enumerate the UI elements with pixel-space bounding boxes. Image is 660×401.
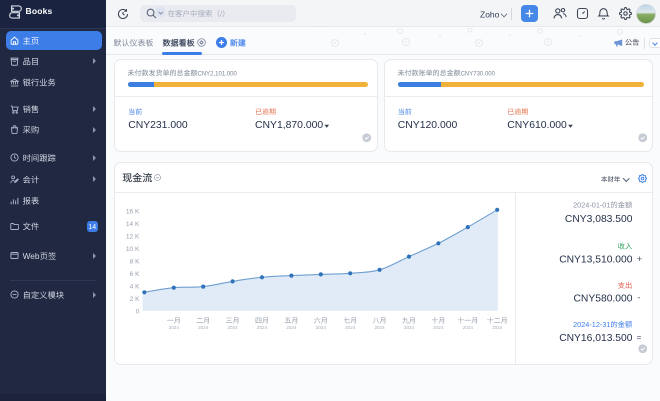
- svg-text:2024: 2024: [257, 325, 268, 330]
- svg-text:CNY580.000: CNY580.000: [574, 294, 633, 305]
- svg-text:Web: Web: [23, 251, 40, 261]
- svg-text:6 K: 6 K: [130, 271, 140, 278]
- svg-text:CNY231.000: CNY231.000: [128, 120, 188, 131]
- svg-text:CNY120.000: CNY120.000: [398, 120, 458, 131]
- svg-text:+: +: [637, 254, 643, 265]
- svg-text:CNY3,083.500: CNY3,083.500: [565, 214, 633, 225]
- svg-text:CNY2,101.000: CNY2,101.000: [198, 71, 238, 77]
- svg-text:4 K: 4 K: [130, 284, 140, 291]
- svg-text:2024: 2024: [169, 325, 180, 330]
- svg-text:CNY730.000: CNY730.000: [461, 71, 496, 77]
- svg-text:CNY610.000: CNY610.000: [507, 120, 567, 131]
- svg-text:2024: 2024: [404, 325, 415, 330]
- svg-text:0: 0: [136, 309, 140, 316]
- svg-text:14: 14: [88, 224, 96, 231]
- svg-text:14 K: 14 K: [126, 221, 140, 228]
- svg-text:=: =: [637, 333, 642, 342]
- svg-text:CNY13,510.000: CNY13,510.000: [559, 255, 633, 266]
- svg-text:2024: 2024: [228, 325, 239, 330]
- svg-text:CNY16,013.500: CNY16,013.500: [559, 333, 633, 344]
- svg-text:2024: 2024: [345, 325, 356, 330]
- svg-text:2 K: 2 K: [130, 296, 140, 303]
- svg-text:Zoho: Zoho: [480, 9, 500, 19]
- svg-text:2024: 2024: [463, 325, 474, 330]
- svg-text:2024-12-31: 2024-12-31: [573, 320, 610, 329]
- svg-text:-: -: [637, 293, 640, 304]
- svg-text:16 K: 16 K: [126, 208, 140, 215]
- svg-text:8 K: 8 K: [130, 259, 140, 266]
- svg-text:12 K: 12 K: [126, 233, 140, 240]
- svg-text:2024-01-01: 2024-01-01: [573, 201, 610, 210]
- svg-text:2024: 2024: [198, 325, 209, 330]
- svg-text:CNY1,870.000: CNY1,870.000: [255, 120, 323, 131]
- svg-text:2024: 2024: [433, 325, 444, 330]
- svg-text:10 K: 10 K: [126, 246, 140, 253]
- svg-text:2024: 2024: [316, 325, 327, 330]
- svg-text:2024: 2024: [286, 325, 297, 330]
- svg-text:2024: 2024: [375, 325, 386, 330]
- svg-text:/: /: [220, 9, 223, 18]
- svg-text:2024: 2024: [492, 325, 503, 330]
